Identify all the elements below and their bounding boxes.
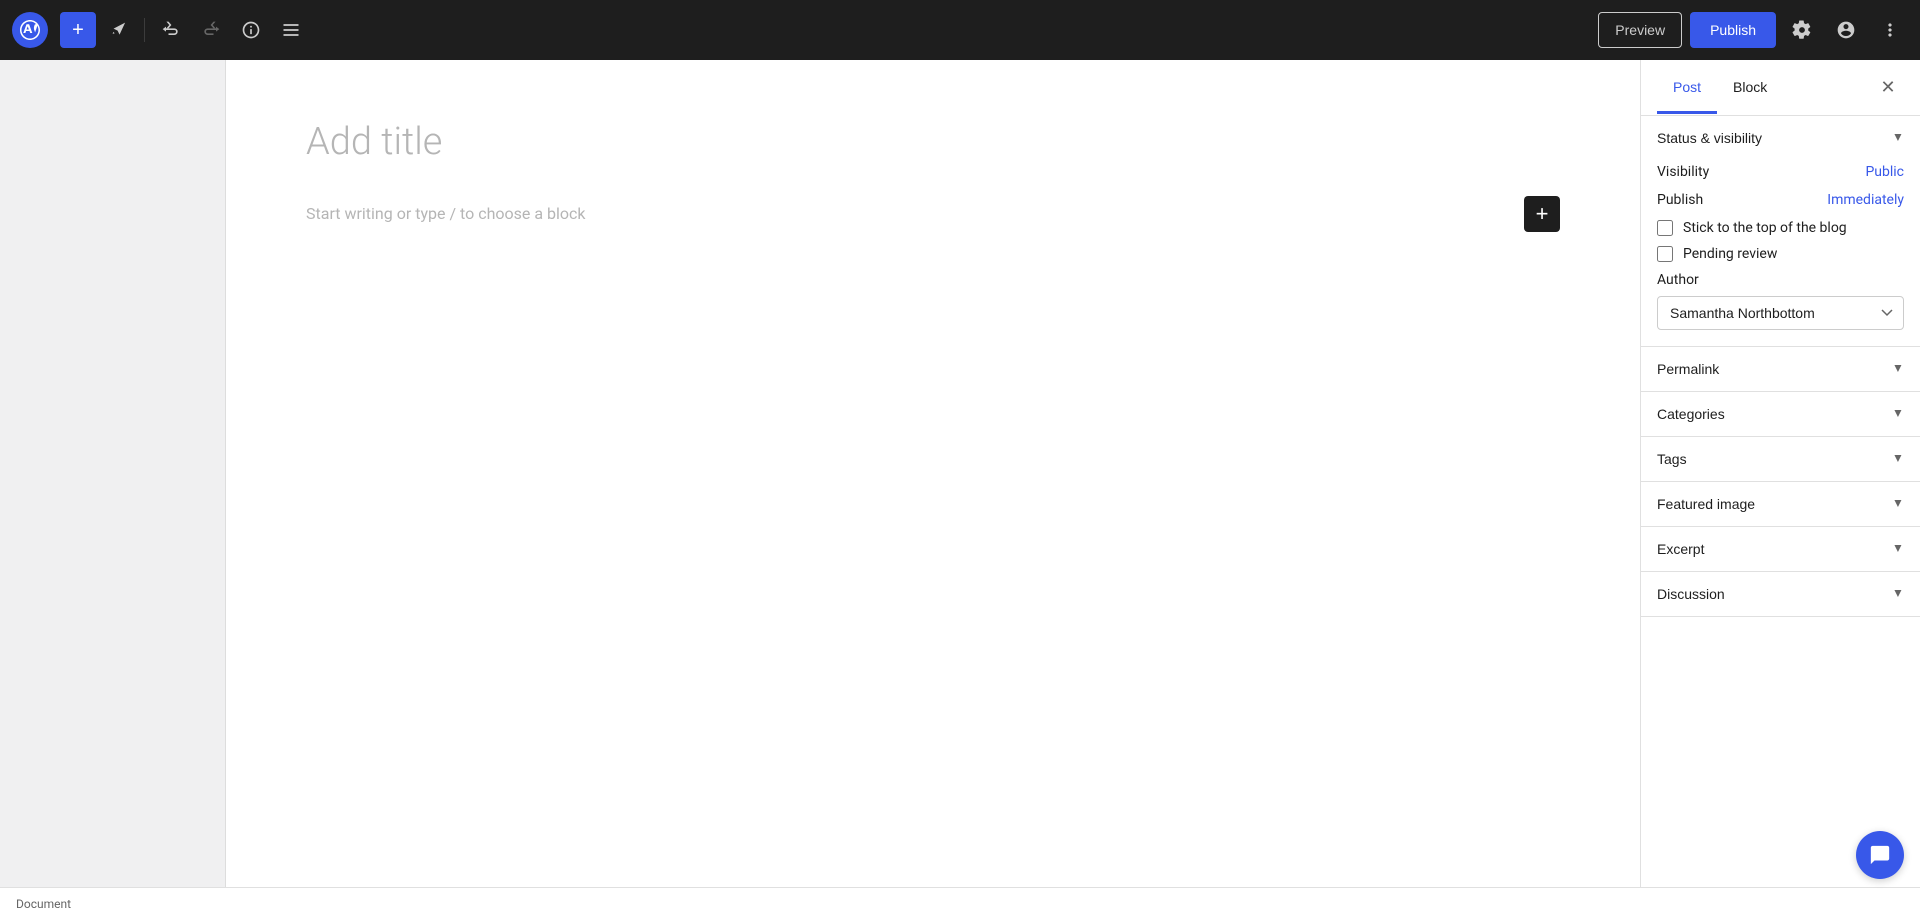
section-status-content: Visibility Public Publish Immediately St…	[1641, 160, 1920, 346]
add-block-button[interactable]: +	[1524, 196, 1560, 232]
add-block-toolbar-button[interactable]: +	[60, 12, 96, 48]
toolbar-right: Preview Publish	[1598, 12, 1908, 48]
chevron-down-icon-6: ▲	[1892, 587, 1904, 601]
section-discussion-toggle[interactable]: Discussion ▲	[1641, 572, 1920, 616]
chevron-up-icon: ▲	[1892, 131, 1904, 145]
section-permalink-title: Permalink	[1657, 361, 1719, 377]
stick-to-top-row: Stick to the top of the blog	[1657, 220, 1904, 236]
section-tags-toggle[interactable]: Tags ▲	[1641, 437, 1920, 481]
pending-review-checkbox[interactable]	[1657, 246, 1673, 262]
redo-button[interactable]	[193, 12, 229, 48]
settings-button[interactable]	[1784, 12, 1820, 48]
main-toolbar: +	[0, 0, 1920, 60]
chevron-down-icon-3: ▲	[1892, 452, 1904, 466]
list-view-button[interactable]	[273, 12, 309, 48]
section-permalink-toggle[interactable]: Permalink ▲	[1641, 347, 1920, 391]
stick-to-top-checkbox[interactable]	[1657, 220, 1673, 236]
section-featured-image: Featured image ▲	[1641, 482, 1920, 527]
section-categories-toggle[interactable]: Categories ▲	[1641, 392, 1920, 436]
section-status-visibility: Status & visibility ▲ Visibility Public …	[1641, 116, 1920, 347]
preview-button[interactable]: Preview	[1598, 12, 1682, 48]
block-placeholder[interactable]: Start writing or type / to choose a bloc…	[306, 196, 1512, 231]
sidebar-tabs: Post Block	[1657, 63, 1872, 113]
author-section: Author Samantha Northbottom	[1657, 272, 1904, 330]
section-categories: Categories ▲	[1641, 392, 1920, 437]
section-excerpt-title: Excerpt	[1657, 541, 1704, 557]
chevron-down-icon: ▲	[1892, 362, 1904, 376]
author-label: Author	[1657, 272, 1904, 288]
visibility-label: Visibility	[1657, 164, 1709, 180]
chevron-down-icon-4: ▲	[1892, 497, 1904, 511]
section-permalink: Permalink ▲	[1641, 347, 1920, 392]
block-area: Start writing or type / to choose a bloc…	[306, 196, 1560, 232]
section-categories-title: Categories	[1657, 406, 1725, 422]
publish-value[interactable]: Immediately	[1827, 192, 1904, 208]
editor-area[interactable]: Add title Start writing or type / to cho…	[226, 60, 1640, 887]
status-bar: Document	[0, 887, 1920, 919]
section-status-visibility-toggle[interactable]: Status & visibility ▲	[1641, 116, 1920, 160]
post-title-input[interactable]: Add title	[306, 120, 1560, 164]
section-featured-image-title: Featured image	[1657, 496, 1755, 512]
publish-label: Publish	[1657, 192, 1703, 208]
wp-logo[interactable]	[12, 12, 48, 48]
sidebar-close-button[interactable]: ✕	[1872, 72, 1904, 104]
pending-review-label[interactable]: Pending review	[1683, 246, 1777, 262]
chevron-down-icon-5: ▲	[1892, 542, 1904, 556]
pending-review-row: Pending review	[1657, 246, 1904, 262]
author-select[interactable]: Samantha Northbottom	[1657, 296, 1904, 330]
section-status-title: Status & visibility	[1657, 130, 1762, 146]
profile-button[interactable]	[1828, 12, 1864, 48]
section-tags-title: Tags	[1657, 451, 1687, 467]
section-featured-image-toggle[interactable]: Featured image ▲	[1641, 482, 1920, 526]
toolbar-left: +	[12, 12, 1594, 48]
section-tags: Tags ▲	[1641, 437, 1920, 482]
section-excerpt: Excerpt ▲	[1641, 527, 1920, 572]
more-options-button[interactable]	[1872, 12, 1908, 48]
stick-to-top-label[interactable]: Stick to the top of the blog	[1683, 220, 1847, 236]
section-discussion: Discussion ▲	[1641, 572, 1920, 617]
publish-row: Publish Immediately	[1657, 192, 1904, 208]
tab-post[interactable]: Post	[1657, 63, 1717, 114]
section-discussion-title: Discussion	[1657, 586, 1725, 602]
main-container: Add title Start writing or type / to cho…	[0, 60, 1920, 887]
visibility-row: Visibility Public	[1657, 164, 1904, 180]
right-sidebar: Post Block ✕ Status & visibility ▲ Visib…	[1640, 60, 1920, 887]
chat-bubble[interactable]	[1856, 831, 1904, 879]
tab-block[interactable]: Block	[1717, 63, 1783, 114]
section-excerpt-toggle[interactable]: Excerpt ▲	[1641, 527, 1920, 571]
visibility-value[interactable]: Public	[1865, 164, 1904, 180]
publish-button[interactable]: Publish	[1690, 12, 1776, 48]
sidebar-header: Post Block ✕	[1641, 60, 1920, 116]
edit-button[interactable]	[100, 12, 136, 48]
document-label: Document	[16, 897, 71, 911]
info-button[interactable]	[233, 12, 269, 48]
left-sidebar	[0, 60, 226, 887]
toolbar-divider	[144, 18, 145, 42]
undo-button[interactable]	[153, 12, 189, 48]
chevron-down-icon-2: ▲	[1892, 407, 1904, 421]
